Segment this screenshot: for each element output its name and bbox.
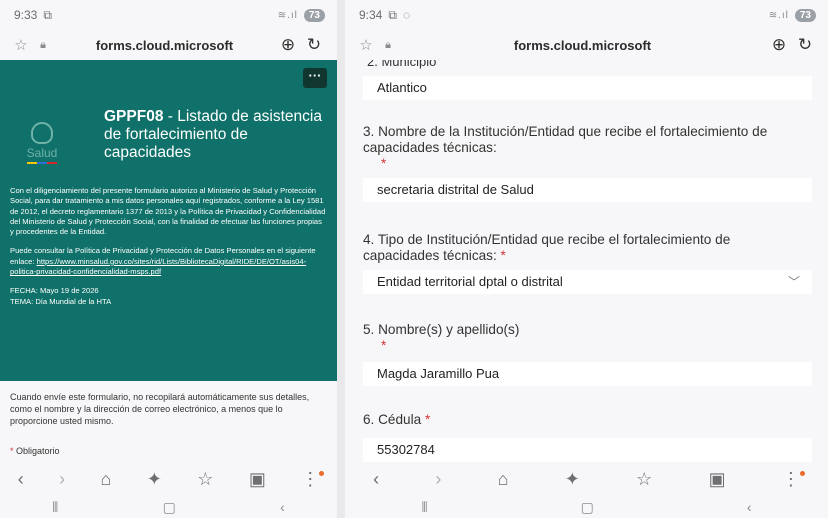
lock-icon: 🔒︎ [385, 38, 391, 51]
menu-icon[interactable]: ⋮ [782, 469, 805, 490]
browser-toolbar: ‹ › ⌂ ✦ ☆ ▣ ⋮ [0, 464, 337, 494]
question-3-label: 3. Nombre de la Institución/Entidad que … [363, 124, 810, 172]
tabs-icon[interactable]: ▣ [709, 469, 726, 490]
flag-bars [27, 162, 57, 164]
lock-icon: 🔒︎ [40, 38, 46, 51]
question-6-text: 6. Cédula [363, 412, 422, 427]
form-body: 2. Municipio Atlantico 3. Nombre de la I… [345, 60, 828, 462]
policy-link[interactable]: https://www.minsalud.gov.co/sites/rid/Li… [10, 257, 306, 276]
system-nav-bar: ⦀ ▢ ‹ [0, 496, 337, 518]
battery-indicator: 73 [794, 8, 816, 22]
required-legend: * Obligatorio [10, 446, 60, 456]
form-description: Con el diligenciamiento del presente for… [10, 186, 327, 316]
signal-icon: ≋.ıl [277, 9, 298, 21]
back-button-icon[interactable]: ‹ [280, 499, 285, 515]
status-time: 9:33 [14, 8, 38, 22]
back-icon[interactable]: ‹ [373, 469, 379, 490]
bookmarks-icon[interactable]: ☆ [636, 469, 652, 490]
question-6-label: 6. Cédula * [363, 412, 810, 428]
required-legend-text: Obligatorio [16, 446, 60, 456]
logo-text: Salud [26, 146, 58, 160]
url-domain[interactable]: forms.cloud.microsoft [54, 38, 275, 53]
home-button-icon[interactable]: ▢ [581, 499, 594, 516]
question-3-text: 3. Nombre de la Institución/Entidad que … [363, 124, 768, 155]
question-5-text: 5. Nombre(s) y apellido(s) [363, 322, 520, 337]
status-bar: 9:34 ⧉ ◌ ≋.ıl 73 [345, 0, 828, 30]
add-bookmark-icon[interactable]: ✦ [565, 469, 580, 490]
form-header: ··· Salud GPPF08 - Listado de asistencia… [0, 60, 337, 381]
privacy-paragraph: Con el diligenciamiento del presente for… [10, 186, 326, 237]
required-asterisk: * [10, 446, 14, 456]
forward-icon[interactable]: › [59, 469, 65, 490]
meta-lines: FECHA: Mayo 19 de 2026 TEMA: Día Mundial … [10, 286, 327, 307]
bookmark-star-icon[interactable]: ☆ [10, 36, 32, 54]
question-5-label: 5. Nombre(s) y apellido(s) * [363, 322, 810, 354]
forward-icon[interactable]: › [435, 469, 441, 490]
tipo-selected-value: Entidad territorial dptal o distrital [377, 274, 563, 289]
cedula-field[interactable]: 55302784 [363, 438, 812, 462]
question-4-label: 4. Tipo de Institución/Entidad que recib… [363, 232, 810, 264]
whatsapp-icon: ◌ [402, 8, 411, 22]
status-time: 9:34 [359, 8, 383, 22]
tipo-institucion-select[interactable]: Entidad territorial dptal o distrital ﹀ [363, 270, 812, 294]
salud-emblem-icon [31, 122, 53, 144]
bookmark-star-icon[interactable]: ☆ [355, 36, 377, 54]
policy-paragraph: Puede consultar la Política de Privacida… [10, 246, 327, 277]
status-bar: 9:33 ⧉ ≋.ıl 73 [0, 0, 337, 30]
screenshot-icon: ⧉ [388, 7, 397, 22]
required-asterisk: * [424, 412, 431, 427]
salud-logo: Salud [18, 122, 66, 164]
form-title: GPPF08 - Listado de asistencia de fortal… [104, 108, 323, 162]
chevron-down-icon[interactable]: ﹀ [788, 274, 800, 290]
back-button-icon[interactable]: ‹ [747, 499, 752, 515]
url-domain[interactable]: forms.cloud.microsoft [399, 38, 766, 53]
recent-apps-icon[interactable]: ⦀ [421, 499, 427, 516]
question-2-label: 2. Municipio [367, 60, 437, 69]
browser-url-bar[interactable]: ☆ 🔒︎ forms.cloud.microsoft ⊕ ↻ [355, 32, 818, 58]
institucion-field[interactable]: secretaria distrital de Salud [363, 178, 812, 202]
reload-icon[interactable]: ↻ [301, 35, 327, 55]
browser-url-bar[interactable]: ☆ 🔒︎ forms.cloud.microsoft ⊕ ↻ [10, 32, 327, 58]
municipio-field[interactable]: Atlantico [363, 76, 812, 100]
recent-apps-icon[interactable]: ⦀ [52, 499, 58, 516]
nombre-field[interactable]: Magda Jaramillo Pua [363, 362, 812, 386]
tabs-icon[interactable]: ▣ [249, 469, 266, 490]
download-icon[interactable]: ⊕ [275, 35, 301, 55]
privacy-notice: Cuando envíe este formulario, no recopil… [10, 392, 310, 426]
system-nav-bar: ⦀ ▢ ‹ [345, 496, 828, 518]
required-asterisk: * [381, 338, 387, 353]
bookmarks-icon[interactable]: ☆ [197, 469, 213, 490]
phone-screen-right: 9:34 ⧉ ◌ ≋.ıl 73 ☆ 🔒︎ forms.cloud.micros… [345, 0, 828, 518]
download-icon[interactable]: ⊕ [766, 35, 792, 55]
phone-screen-left: 9:33 ⧉ ≋.ıl 73 ☆ 🔒︎ forms.cloud.microsof… [0, 0, 337, 518]
required-asterisk: * [381, 156, 387, 171]
required-asterisk: * [500, 248, 506, 263]
screenshot-icon: ⧉ [43, 7, 52, 22]
menu-icon[interactable]: ⋮ [301, 469, 325, 490]
topic-line: TEMA: Día Mundial de la HTA [10, 296, 112, 306]
date-line: FECHA: Mayo 19 de 2026 [10, 286, 99, 296]
home-icon[interactable]: ⌂ [498, 469, 509, 490]
battery-indicator: 73 [303, 8, 325, 22]
back-icon[interactable]: ‹ [18, 469, 24, 490]
reload-icon[interactable]: ↻ [792, 35, 818, 55]
more-options-button[interactable]: ··· [303, 68, 327, 88]
add-bookmark-icon[interactable]: ✦ [147, 469, 162, 490]
question-4-text: 4. Tipo de Institución/Entidad que recib… [363, 232, 731, 263]
form-code: GPPF08 [104, 108, 164, 125]
home-button-icon[interactable]: ▢ [163, 499, 176, 516]
signal-icon: ≋.ıl [768, 9, 789, 21]
home-icon[interactable]: ⌂ [101, 469, 112, 490]
browser-toolbar: ‹ › ⌂ ✦ ☆ ▣ ⋮ [345, 464, 828, 494]
